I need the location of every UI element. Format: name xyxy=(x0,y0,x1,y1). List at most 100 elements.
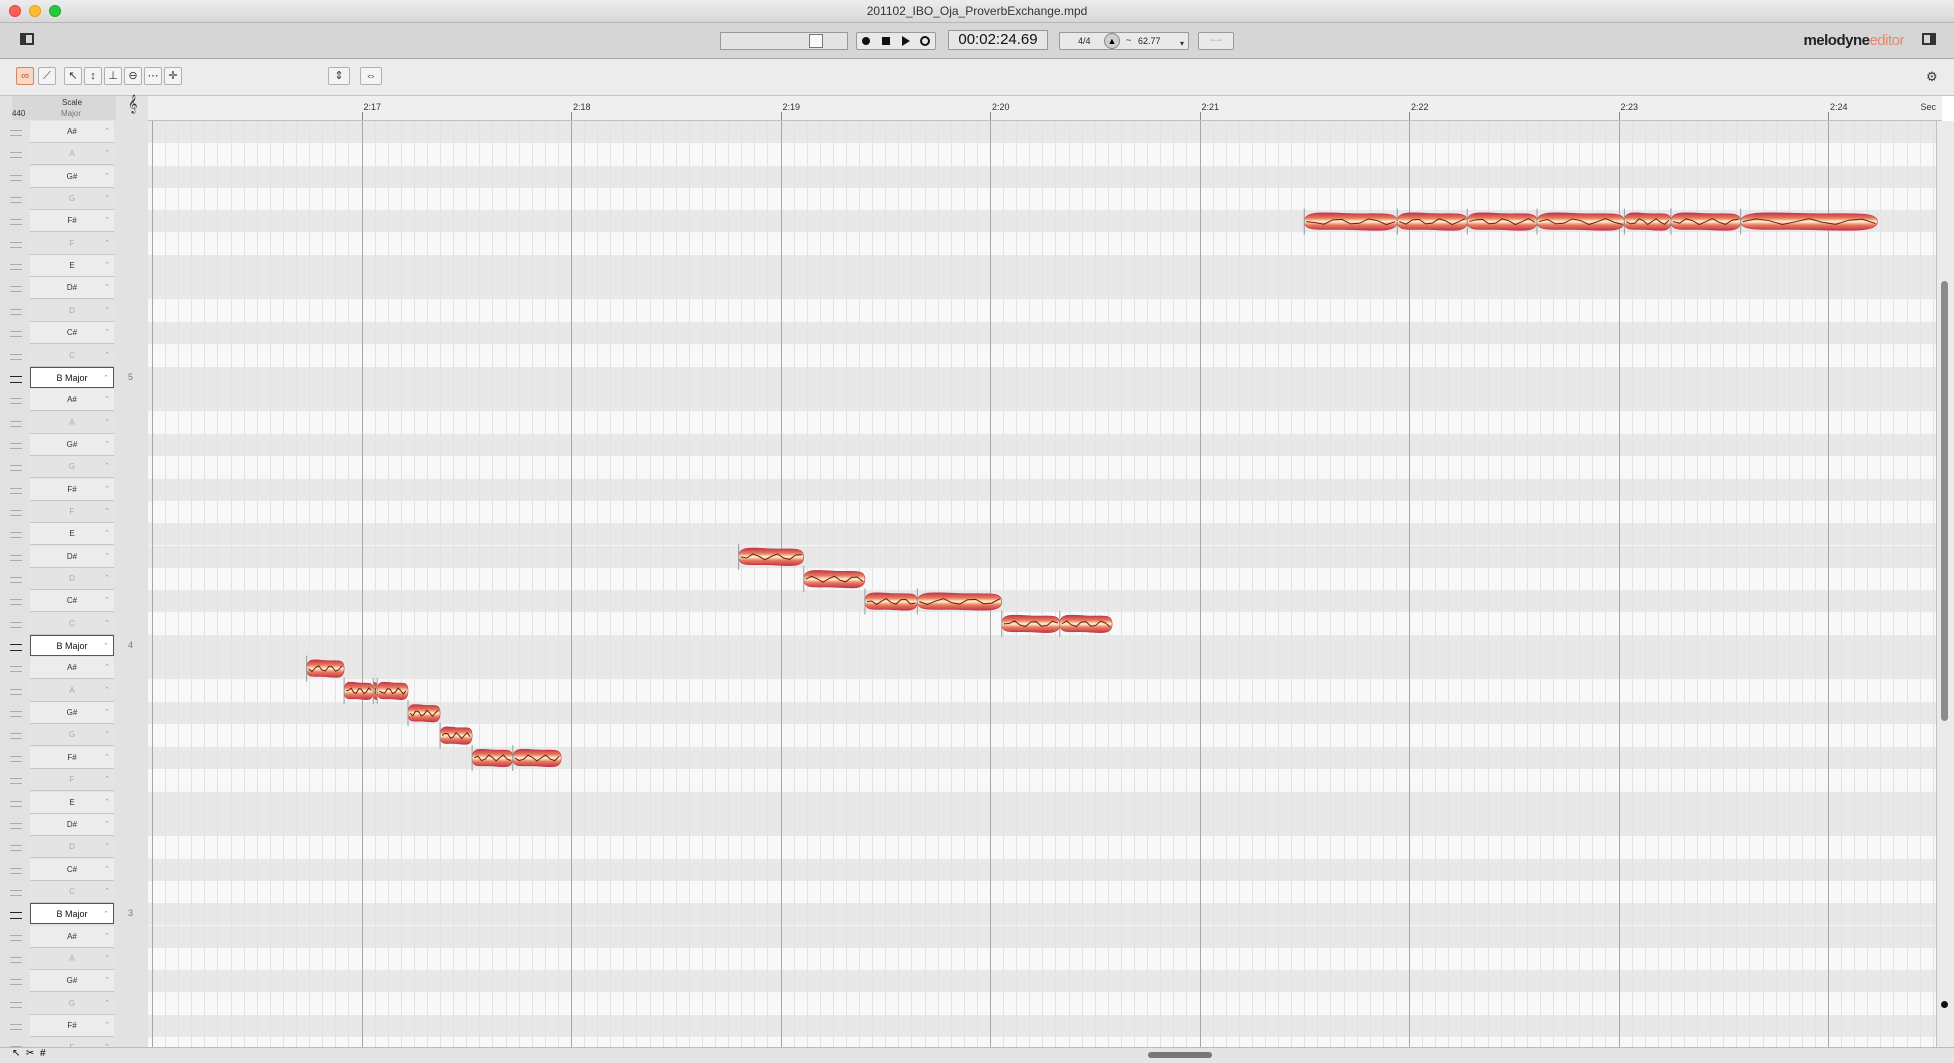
note-blob[interactable] xyxy=(343,677,374,704)
key-stepper-icon[interactable]: ⌃ xyxy=(104,769,110,790)
scale-fader-icon[interactable] xyxy=(10,130,22,136)
scale-fader-icon[interactable] xyxy=(10,934,22,941)
key-stepper-icon[interactable]: ⌃ xyxy=(104,523,110,544)
vertical-scrollbar[interactable] xyxy=(1936,121,1954,1047)
pitch-key[interactable]: A ⌃ xyxy=(30,947,114,970)
sidebar-icon[interactable] xyxy=(20,33,34,45)
correct-pitch-icon[interactable]: ⇕ xyxy=(328,67,350,85)
scale-fader-icon[interactable] xyxy=(10,599,22,606)
note-blob[interactable] xyxy=(1740,208,1878,235)
time-display[interactable]: 00:02:24.69 xyxy=(948,30,1048,50)
scale-fader-icon[interactable] xyxy=(10,956,22,963)
blob-canvas[interactable] xyxy=(148,121,1936,1047)
scale-fader-icon[interactable] xyxy=(10,398,22,405)
pitch-key[interactable]: B Major ⌃ xyxy=(30,903,114,925)
key-stepper-icon[interactable]: ⌃ xyxy=(103,368,109,389)
pitch-key[interactable]: A# ⌃ xyxy=(30,657,114,680)
key-stepper-icon[interactable]: ⌃ xyxy=(104,143,110,164)
key-stepper-icon[interactable]: ⌃ xyxy=(104,546,110,567)
note-blob[interactable] xyxy=(864,588,918,615)
pitch-key[interactable]: G ⌃ xyxy=(30,188,114,211)
key-stepper-icon[interactable]: ⌃ xyxy=(104,233,110,254)
scale-fader-icon[interactable] xyxy=(10,286,22,293)
horizontal-scroll-thumb[interactable] xyxy=(1148,1052,1212,1058)
pitch-key[interactable]: D# ⌃ xyxy=(30,813,114,836)
key-stepper-icon[interactable]: ⌃ xyxy=(104,568,110,589)
key-stepper-icon[interactable]: ⌃ xyxy=(103,904,109,925)
key-stepper-icon[interactable]: ⌃ xyxy=(104,926,110,947)
note-blob[interactable] xyxy=(407,700,441,727)
pitch-key[interactable]: D# ⌃ xyxy=(30,277,114,300)
pitch-key[interactable]: F# ⌃ xyxy=(30,746,114,769)
scale-fader-icon[interactable] xyxy=(10,197,22,204)
pitch-key[interactable]: D ⌃ xyxy=(30,568,114,590)
pitch-key[interactable]: C# ⌃ xyxy=(30,322,114,345)
pitch-key[interactable]: G ⌃ xyxy=(30,724,114,747)
inspector-icon[interactable] xyxy=(1922,33,1936,45)
key-stepper-icon[interactable]: ⌃ xyxy=(104,881,110,902)
key-stepper-icon[interactable]: ⌃ xyxy=(104,412,110,433)
pitch-key[interactable]: F# ⌃ xyxy=(30,210,114,233)
separation-tool-icon[interactable]: ✛ xyxy=(164,67,182,85)
key-stepper-icon[interactable]: ⌃ xyxy=(104,277,110,298)
scale-fader-icon[interactable] xyxy=(10,331,22,338)
metronome-icon[interactable]: ▲ xyxy=(1104,33,1120,49)
pointer-tool-icon[interactable]: ↖ xyxy=(64,67,82,85)
key-stepper-icon[interactable]: ⌃ xyxy=(104,166,110,187)
gear-icon[interactable]: ⚙ xyxy=(1926,69,1938,85)
pitch-key[interactable]: C ⌃ xyxy=(30,612,114,635)
pitch-key[interactable]: F⌃ xyxy=(30,769,114,792)
key-stepper-icon[interactable]: ⌃ xyxy=(104,479,110,500)
scale-fader-icon[interactable] xyxy=(10,241,22,248)
pitch-key[interactable]: D ⌃ xyxy=(30,299,114,322)
pitch-key[interactable]: G ⌃ xyxy=(30,992,114,1015)
pitch-key[interactable]: F# ⌃ xyxy=(30,1015,114,1037)
scale-fader-icon[interactable] xyxy=(10,353,22,360)
note-blob[interactable] xyxy=(1001,610,1061,637)
note-blob[interactable] xyxy=(1536,208,1625,235)
pitch-key[interactable]: A ⌃ xyxy=(30,411,114,434)
scale-fader-icon[interactable] xyxy=(10,577,22,583)
scale-fader-icon[interactable] xyxy=(10,889,22,896)
key-stepper-icon[interactable]: ⌃ xyxy=(104,680,110,701)
pitch-key[interactable]: C# ⌃ xyxy=(30,590,114,613)
scale-fader-icon[interactable] xyxy=(10,644,22,652)
scale-fader-icon[interactable] xyxy=(10,174,22,181)
pitch-key[interactable]: A# ⌃ xyxy=(30,925,114,948)
scale-fader-icon[interactable] xyxy=(10,465,22,472)
scale-fader-icon[interactable] xyxy=(10,755,22,762)
pitch-key[interactable]: G ⌃ xyxy=(30,456,114,479)
scissors-mini-icon[interactable]: ✂ xyxy=(26,1048,34,1059)
key-stepper-icon[interactable]: ⌃ xyxy=(104,1037,110,1047)
zoom-handle[interactable] xyxy=(1941,1001,1948,1008)
note-blob[interactable] xyxy=(306,655,345,682)
pitch-key[interactable]: C ⌃ xyxy=(30,344,114,367)
timing-tool-icon[interactable]: ⋯ xyxy=(144,67,162,85)
scale-fader-icon[interactable] xyxy=(10,1024,22,1030)
record-icon[interactable] xyxy=(862,37,870,45)
key-stepper-icon[interactable]: ⌃ xyxy=(104,590,110,611)
note-blob[interactable] xyxy=(1466,208,1538,235)
vertical-scroll-thumb[interactable] xyxy=(1941,281,1948,721)
pitch-key[interactable]: G# ⌃ xyxy=(30,433,114,456)
scale-fader-icon[interactable] xyxy=(10,442,22,449)
scale-fader-icon[interactable] xyxy=(10,308,22,315)
pitch-key[interactable]: F⌃ xyxy=(30,232,114,255)
pitch-key[interactable]: D ⌃ xyxy=(30,836,114,859)
note-blob[interactable] xyxy=(1059,610,1113,637)
scale-fader-icon[interactable] xyxy=(10,778,22,785)
scale-fader-icon[interactable] xyxy=(10,532,22,539)
note-blob[interactable] xyxy=(471,744,514,771)
note-blob[interactable] xyxy=(916,588,1003,615)
scale-fader-icon[interactable] xyxy=(10,420,22,427)
key-stepper-icon[interactable]: ⌃ xyxy=(103,636,109,657)
key-stepper-icon[interactable]: ⌃ xyxy=(104,300,110,321)
pitch-key[interactable]: E ⌃ xyxy=(30,523,114,546)
time-unit-label[interactable]: Sec xyxy=(1920,102,1936,112)
key-stepper-icon[interactable]: ⌃ xyxy=(104,345,110,366)
key-stepper-icon[interactable]: ⌃ xyxy=(104,993,110,1014)
note-blob[interactable] xyxy=(372,677,378,704)
key-stepper-icon[interactable]: ⌃ xyxy=(104,434,110,455)
key-stepper-icon[interactable]: ⌃ xyxy=(104,792,110,813)
pitch-key[interactable]: C ⌃ xyxy=(30,880,114,903)
